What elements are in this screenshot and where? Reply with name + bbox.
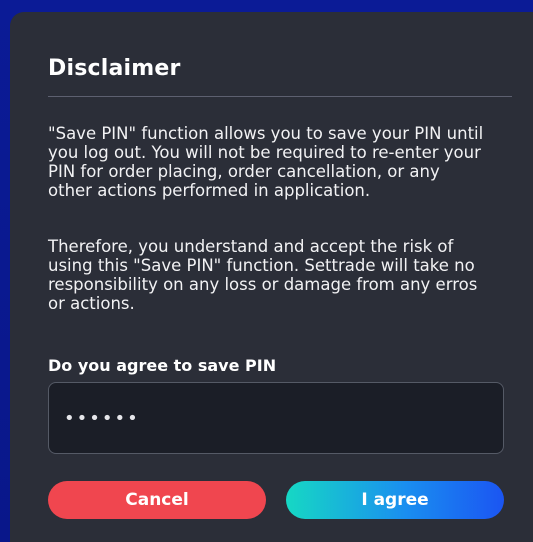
cancel-button[interactable]: Cancel (48, 481, 266, 519)
disclaimer-paragraph-1: "Save PIN" function allows you to save y… (48, 124, 484, 200)
disclaimer-paragraph-2: Therefore, you understand and accept the… (48, 237, 478, 313)
dialog-title: Disclaimer (48, 56, 181, 81)
pin-field[interactable] (48, 382, 504, 454)
title-divider (48, 96, 512, 97)
agree-button[interactable]: I agree (286, 481, 504, 519)
pin-input[interactable] (62, 406, 503, 430)
save-pin-question: Do you agree to save PIN (48, 356, 277, 375)
disclaimer-dialog: Disclaimer "Save PIN" function allows yo… (10, 12, 533, 542)
